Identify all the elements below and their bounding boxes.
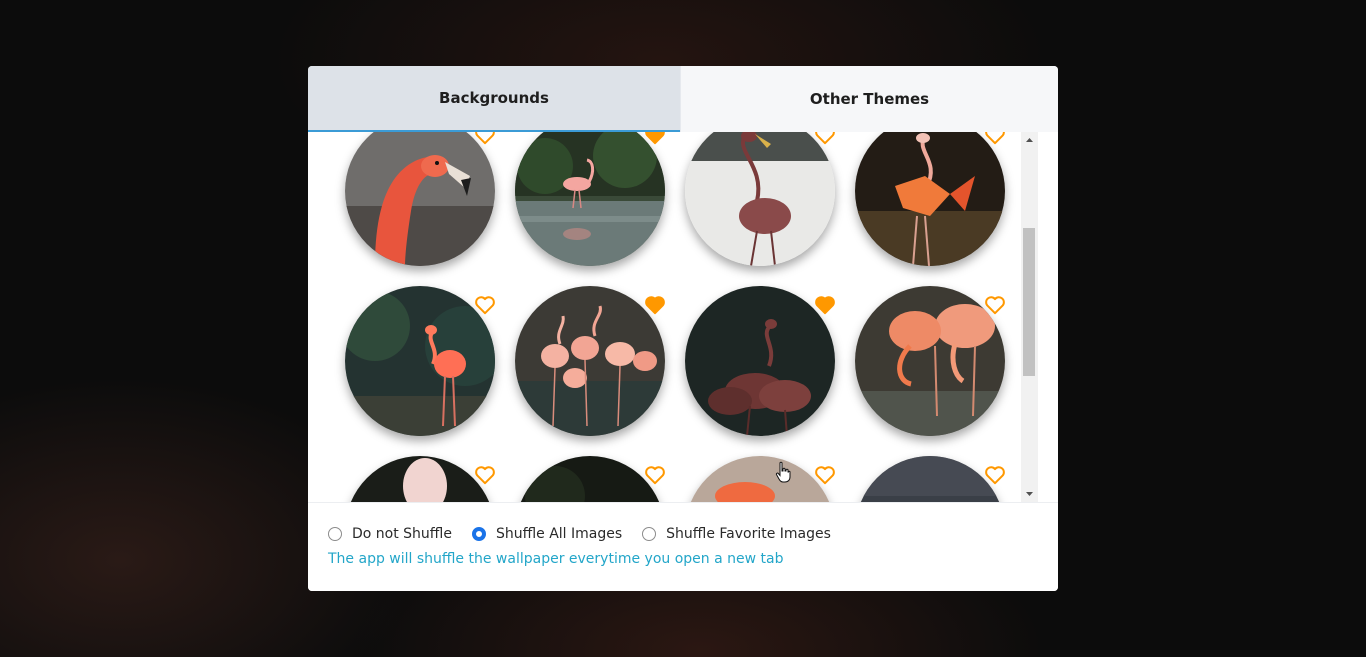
favorite-heart-icon[interactable] — [644, 465, 666, 485]
background-thumbnail[interactable] — [515, 286, 665, 436]
background-thumbnail[interactable] — [685, 286, 835, 436]
radio-shuffle-all[interactable]: Shuffle All Images — [471, 526, 623, 542]
scrollbar-thumb[interactable] — [1023, 228, 1035, 376]
radio-button-selected[interactable] — [471, 527, 486, 541]
background-thumbnail[interactable] — [515, 456, 665, 502]
hand-cursor-icon — [775, 461, 791, 483]
favorite-heart-icon[interactable] — [644, 295, 666, 315]
favorite-heart-icon[interactable] — [984, 132, 1006, 145]
radio-button[interactable] — [642, 527, 657, 541]
background-thumbnail[interactable] — [345, 132, 495, 266]
background-thumbnail[interactable] — [345, 286, 495, 436]
background-thumbnail[interactable] — [855, 456, 1005, 502]
gallery-scrollbar[interactable] — [1021, 132, 1038, 502]
scroll-down-arrow-icon[interactable] — [1021, 485, 1038, 502]
tab-bar: Backgrounds Other Themes — [308, 66, 1058, 132]
favorite-heart-icon[interactable] — [474, 295, 496, 315]
tab-backgrounds[interactable]: Backgrounds — [308, 66, 680, 132]
background-gallery — [308, 132, 1038, 502]
background-thumbnail[interactable] — [345, 456, 495, 502]
favorite-heart-icon[interactable] — [474, 465, 496, 485]
background-thumbnail[interactable] — [855, 286, 1005, 436]
background-thumbnail[interactable] — [855, 132, 1005, 266]
background-thumbnail[interactable] — [685, 132, 835, 266]
shuffle-options: Do not Shuffle Shuffle All Images Shuffl… — [328, 526, 851, 542]
radio-label: Do not Shuffle — [352, 526, 452, 542]
favorite-heart-icon[interactable] — [984, 295, 1006, 315]
tab-other-themes-label: Other Themes — [809, 90, 930, 108]
tab-other-themes[interactable]: Other Themes — [680, 66, 1058, 132]
favorite-heart-icon[interactable] — [814, 295, 836, 315]
shuffle-settings: Do not Shuffle Shuffle All Images Shuffl… — [308, 502, 1058, 591]
tab-backgrounds-label: Backgrounds — [439, 89, 549, 107]
scroll-up-arrow-icon[interactable] — [1021, 132, 1038, 149]
favorite-heart-icon[interactable] — [644, 132, 666, 145]
favorite-heart-icon[interactable] — [814, 132, 836, 145]
shuffle-hint-text: The app will shuffle the wallpaper every… — [328, 551, 784, 567]
radio-label: Shuffle All Images — [495, 526, 623, 542]
favorite-heart-icon[interactable] — [814, 465, 836, 485]
radio-button[interactable] — [328, 527, 342, 541]
favorite-heart-icon[interactable] — [984, 465, 1006, 485]
radio-do-not-shuffle[interactable]: Do not Shuffle — [328, 526, 452, 542]
favorite-heart-icon[interactable] — [474, 132, 496, 145]
radio-label: Shuffle Favorite Images — [666, 526, 831, 542]
background-thumbnail[interactable] — [685, 456, 835, 502]
background-thumbnail[interactable] — [515, 132, 665, 266]
background-settings-dialog: Backgrounds Other Themes Do not Shuffle … — [308, 66, 1058, 591]
radio-shuffle-favorites[interactable]: Shuffle Favorite Images — [642, 526, 831, 542]
